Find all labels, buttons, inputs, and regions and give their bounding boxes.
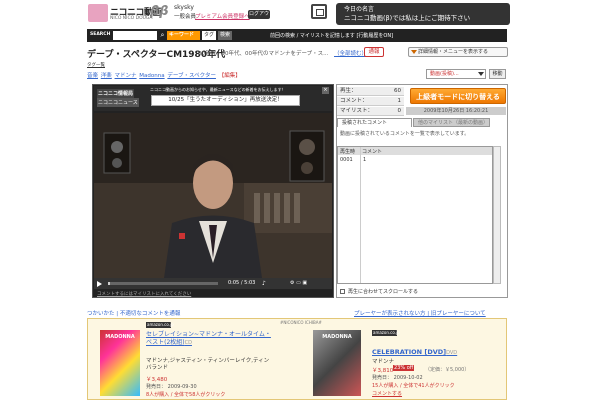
- comments-label: コメント：: [340, 98, 368, 104]
- help-links[interactable]: つかいかた | 不適切なコメントを通報: [87, 309, 180, 317]
- logout-button[interactable]: ログアウト: [248, 10, 270, 26]
- product-price: ￥3,480: [146, 377, 168, 383]
- product-format: CD: [184, 340, 192, 346]
- comment-scrollbar[interactable]: [493, 146, 501, 284]
- product-title[interactable]: CELEBRATION [DVD]DVD: [372, 348, 457, 356]
- read-more-link[interactable]: （全部読む）: [334, 49, 367, 57]
- tag-item[interactable]: デーブ・スペクター: [167, 73, 216, 79]
- views-label: 再生：: [340, 88, 357, 94]
- product-comment-link[interactable]: コメントする: [372, 390, 402, 397]
- tag-list: 音楽 洋楽 マドンナ Madonna デーブ・スペクター 【編集】: [87, 71, 241, 79]
- beta-logo: ββ: [150, 4, 169, 19]
- views-stat: 再生： 60: [337, 87, 404, 96]
- seek-bar[interactable]: [108, 282, 218, 285]
- upload-date: 2009年10月26日 16:20:21: [406, 107, 506, 115]
- column-header-comment[interactable]: コメント: [362, 148, 382, 155]
- amazon-logo: amazon.co.jp: [372, 330, 400, 336]
- search-input[interactable]: [113, 31, 157, 40]
- comments-stat: コメント： 1: [337, 97, 404, 106]
- tab-posted-comments[interactable]: 投稿されたコメント: [337, 118, 412, 127]
- site-logo-sub: NICO NICO DOUGA: [110, 16, 153, 21]
- advanced-mode-button[interactable]: 上級者モードに切り替える: [410, 88, 506, 104]
- video-still: [94, 113, 332, 278]
- chevron-down-icon[interactable]: [478, 72, 484, 76]
- tab-other-mylist[interactable]: 他のマイリスト（最新の動画）: [413, 118, 490, 127]
- premium-link[interactable]: プレミアム会員登録へ: [195, 12, 250, 20]
- original-price: （定価：￥5,000）: [425, 367, 470, 373]
- product-release-date: 発売日： 2009-10-02: [372, 375, 423, 381]
- column-divider: [360, 147, 361, 283]
- search-label: SEARCH: [90, 32, 111, 37]
- column-header-time[interactable]: 再生時: [340, 148, 355, 155]
- product-click-count: 15人が購入 / 全体で41人がクリック: [372, 383, 455, 389]
- discount-badge: 23% off: [393, 365, 415, 371]
- nico-news-logo: ニコニコニュース: [97, 98, 139, 107]
- product-title[interactable]: セレブレイション~マドンナ・オールタイム・ベスト(2枚組)CD: [146, 331, 271, 347]
- cover-text: MADONNA: [105, 334, 135, 340]
- search-button[interactable]: 検索: [218, 31, 232, 40]
- product-title-text[interactable]: セレブレイション~マドンナ・オールタイム・ベスト(2枚組): [146, 331, 271, 346]
- nico-info-logo: ニコニコ情報局: [97, 89, 135, 98]
- video-description: 80年代、90年代、00年代のマドンナをデープ・ス...: [198, 51, 329, 57]
- product-artist: マドンナ: [372, 359, 395, 365]
- player-option-buttons[interactable]: ⚙ ▭ ▣: [290, 280, 307, 286]
- detail-menu-button[interactable]: 詳細情報・メニューを表示する: [408, 47, 508, 57]
- tag-item[interactable]: 音楽: [87, 73, 98, 79]
- views-value: 60: [394, 88, 401, 94]
- comment-hint-link[interactable]: コメントするにはマイリストに入れてください: [97, 291, 191, 297]
- tag-edit-link[interactable]: 【編集】: [219, 73, 241, 79]
- amazon-logo: amazon.co.jp: [146, 322, 174, 328]
- auto-scroll-label: 再生に合わせてスクロールする: [348, 289, 419, 295]
- keyword-button[interactable]: キーワード: [167, 31, 200, 40]
- mylist-label: マイリスト：: [340, 108, 374, 114]
- auto-scroll-checkbox[interactable]: [340, 289, 345, 294]
- search-icon[interactable]: ⌕: [158, 31, 167, 40]
- tag-item[interactable]: マドンナ: [115, 73, 137, 79]
- tv-icon: [311, 4, 327, 19]
- user-name: skysky: [174, 4, 194, 11]
- product-release-date: 発売日： 2009-09-30: [146, 384, 197, 390]
- seek-progress: [108, 282, 111, 285]
- player-news-headline[interactable]: 10/25「生うたオーディション」再放送決定！: [151, 95, 300, 106]
- product-artist: マドンナ,ジャスティン・ティンバーレイク,ティンバランド: [146, 358, 270, 371]
- user-rank: 一般会員: [174, 14, 197, 20]
- tag-list-label[interactable]: タグ一覧: [87, 62, 105, 68]
- play-icon[interactable]: [97, 281, 102, 287]
- ichiba-header: #NICONICO ICHIBA#: [280, 320, 322, 325]
- tag-search-button[interactable]: タグ: [202, 31, 216, 40]
- nav-select[interactable]: 動画(投稿)...: [426, 69, 486, 79]
- close-icon[interactable]: ×: [322, 87, 329, 94]
- tag-item[interactable]: Madonna: [139, 73, 164, 79]
- tag-item[interactable]: 洋楽: [101, 73, 112, 79]
- mylist-stat: マイリスト： 0: [337, 107, 404, 116]
- search-history-links[interactable]: 前回の検索 / マイリストを記憶します [行動履歴をON]: [270, 32, 393, 39]
- report-button[interactable]: 通報: [364, 47, 384, 57]
- logo-mascot: [88, 4, 108, 22]
- video-frame[interactable]: [94, 113, 332, 278]
- quote-text: ニコニコ動画(β)では私は上にご期待下さい: [344, 14, 471, 22]
- player-news-header: ニコニコ動画からのお知らせや、最新ニュースなどの新着をお伝えします！: [150, 87, 286, 92]
- player-help-links[interactable]: プレーヤーが表示されない方 | 旧プレーヤーについて: [354, 309, 486, 317]
- product-title-text[interactable]: CELEBRATION [DVD]: [372, 348, 446, 356]
- comment-list-note: 動画に投稿されているコメントを一覧で表示しています。: [340, 131, 470, 137]
- time-display: 0:05 / 5:03: [228, 280, 256, 286]
- product-cover[interactable]: MADONNA: [313, 330, 361, 396]
- cover-text: MADONNA: [322, 334, 352, 340]
- product-click-count: 8人が購入 / 全体で58人がクリック: [146, 392, 226, 398]
- move-button[interactable]: 移動: [489, 69, 506, 79]
- volume-icon[interactable]: ♪: [262, 280, 266, 287]
- comments-value: 1: [397, 98, 402, 104]
- product-format: DVD: [446, 350, 458, 356]
- table-cell-comment[interactable]: 1: [363, 157, 366, 163]
- mylist-value: 0: [397, 108, 402, 114]
- product-price: ￥3,810: [372, 368, 394, 374]
- product-cover[interactable]: MADONNA: [100, 330, 140, 396]
- table-cell-time[interactable]: 0001: [340, 157, 353, 163]
